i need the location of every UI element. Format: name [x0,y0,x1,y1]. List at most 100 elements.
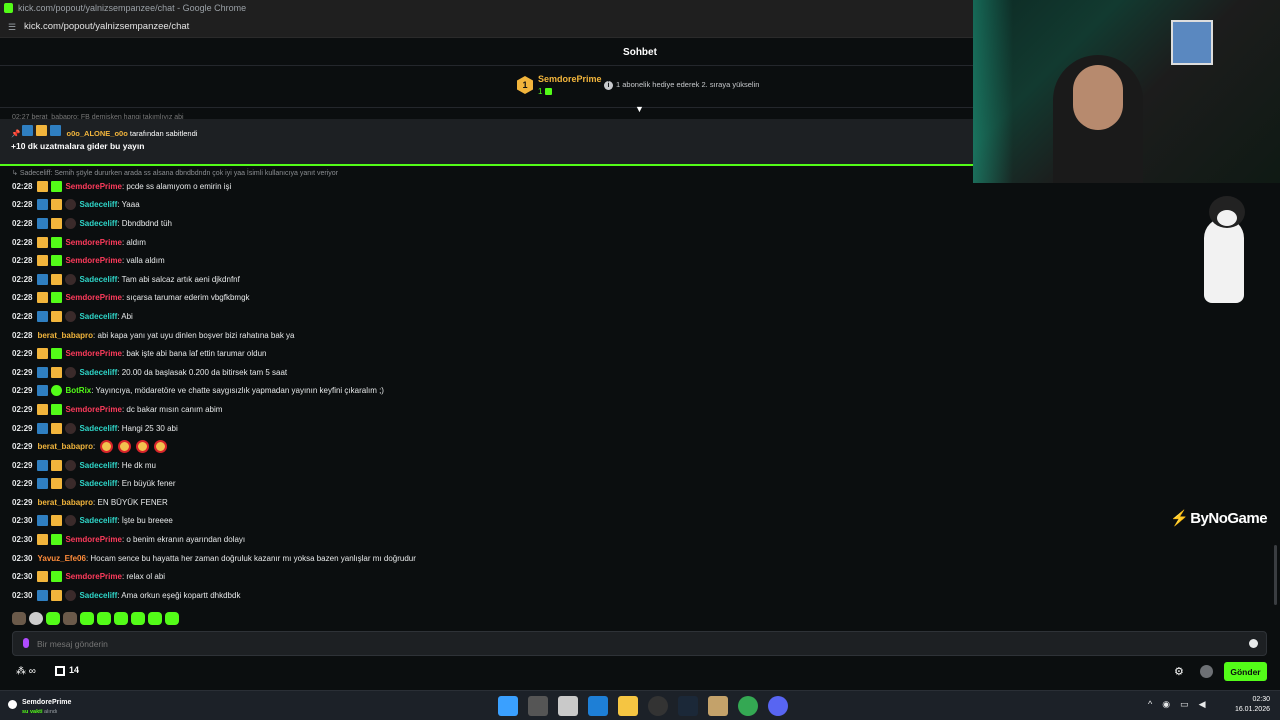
message-text: : Yayıncıya, mödaretöre ve chatte saygıs… [91,386,384,396]
chat-message[interactable]: 02:29 BotRix: Yayıncıya, mödaretöre ve ch… [12,382,972,401]
chat-message[interactable]: 02:28 berat_babapro: abi kapa yanı yat uy… [12,326,972,345]
chat-message[interactable]: 02:29 SemdorePrime: bak işte abi bana laf… [12,344,972,363]
photos-icon[interactable] [588,696,608,716]
emote-menu-icon[interactable] [1200,665,1213,678]
media-player-icon[interactable] [708,696,728,716]
message-username[interactable]: berat_babapro [37,331,93,340]
taskbar-clock[interactable]: 02:30 16.01.2026 [1224,695,1270,715]
chat-message[interactable]: 02:29 Sadeceliff: Hangi 25 30 abi [12,419,972,438]
message-username[interactable]: Sadeceliff [79,516,117,525]
site-settings-icon[interactable]: ☰ [8,22,18,32]
message-text: : Ama orkun eşeği kopartt dhkdbdk [117,590,241,600]
collapse-icon[interactable]: ▼ [635,104,644,114]
gift-sub-icon[interactable] [55,666,65,676]
message-username[interactable]: SemdorePrime [65,405,121,414]
chat-message[interactable]: 02:29 Sadeceliff: 20.00 da başlasak 0.200… [12,363,972,382]
chat-input[interactable] [37,632,1237,655]
message-username[interactable]: Sadeceliff [79,200,117,209]
volume-icon[interactable]: ◀ [1199,699,1206,710]
message-username[interactable]: berat_babapro [37,442,93,451]
chat-input-box[interactable] [12,631,1267,656]
chat-message[interactable]: 02:30 Sadeceliff: Ama orkun eşeği kopartt… [12,586,972,605]
message-timestamp: 02:29 [12,442,33,452]
ape-badge-icon [65,273,77,285]
chat-message[interactable]: 02:28 SemdorePrime: sıçarsa tarumar ederi… [12,289,972,308]
url-text[interactable]: kick.com/popout/yalnizsempanzee/chat [24,21,189,32]
chat-message[interactable]: 02:29 Sadeceliff: En büyük fener [12,475,972,494]
task-view-icon[interactable] [528,696,548,716]
chrome-icon[interactable] [738,696,758,716]
chat-message[interactable]: 02:28 SemdorePrime: valla aldım [12,251,972,270]
message-username[interactable]: SemdorePrime [65,349,121,358]
quick-emote-bar[interactable] [12,612,179,626]
pinned-by-user[interactable]: o0o_ALONE_o0o [67,129,128,138]
chat-message[interactable]: 02:28 SemdorePrime: pcde ss alamıyom o em… [12,177,972,196]
message-username[interactable]: SemdorePrime [65,535,121,544]
chat-message[interactable]: 02:29 berat_babapro: [12,437,972,456]
chat-message[interactable]: 02:29 berat_babapro: EN BÜYÜK FENER [12,493,972,512]
wall-poster [1171,20,1213,65]
message-username[interactable]: Sadeceliff [79,461,117,470]
taskbar-user-name: SemdorePrime [22,699,72,706]
windows-start-icon[interactable] [498,696,518,716]
emoji-picker-icon[interactable] [1249,639,1258,648]
gear-icon[interactable]: ⚙ [1174,665,1184,678]
emote-icon[interactable] [148,612,162,625]
message-username[interactable]: Sadeceliff [79,312,117,321]
crown-badge-icon [51,515,63,527]
message-username[interactable]: SemdorePrime [65,256,121,265]
message-username[interactable]: Sadeceliff [79,368,117,377]
emote-icon[interactable] [97,612,111,625]
promo-text: 1 abonelik hediye ederek 2. sıraya yükse… [616,80,760,89]
emote-icon[interactable] [131,612,145,625]
emote-icon[interactable] [29,612,43,625]
message-username[interactable]: Sadeceliff [79,591,117,600]
chat-message[interactable]: 02:29 SemdorePrime: dc bakar mısın canım … [12,400,972,419]
obs-icon[interactable] [648,696,668,716]
emote-icon[interactable] [12,612,26,625]
chat-message[interactable]: 02:30 Yavuz_Efe06: Hocam sence bu hayatta… [12,549,972,568]
emote-icon[interactable] [63,612,77,625]
mic-icon[interactable] [23,638,29,648]
chat-message[interactable]: 02:28 Sadeceliff: Abi [12,307,972,326]
discord-icon[interactable] [768,696,788,716]
chat-scrollbar[interactable] [1274,545,1277,605]
message-username[interactable]: berat_babapro [37,498,93,507]
message-username[interactable]: SemdorePrime [65,238,121,247]
top-gifter-name[interactable]: SemdorePrime [538,74,602,84]
crown-badge-icon [37,236,49,248]
chat-message[interactable]: 02:30 Sadeceliff: İşte bu breeee [12,512,972,531]
screenshot-tool-icon[interactable] [558,696,578,716]
message-username[interactable]: SemdorePrime [65,572,121,581]
chat-message-list[interactable]: 02:28 SemdorePrime: pcde ss alamıyom o em… [12,177,972,605]
chat-message[interactable]: 02:28 Sadeceliff: Yaaa [12,196,972,215]
steam-icon[interactable] [678,696,698,716]
pinned-message[interactable]: 📌 o0o_ALONE_o0o tarafından sabitlendi +1… [0,119,973,166]
file-explorer-icon[interactable] [618,696,638,716]
message-username[interactable]: SemdorePrime [65,293,121,302]
chat-message[interactable]: 02:30 SemdorePrime: o benim ekranın ayarı… [12,530,972,549]
message-username[interactable]: Sadeceliff [79,219,117,228]
message-username[interactable]: Sadeceliff [79,424,117,433]
chat-message[interactable]: 02:28 Sadeceliff: Dbndbdnd tüh [12,214,972,233]
bot-badge-icon [51,385,63,397]
emote-icon[interactable] [114,612,128,625]
message-username[interactable]: BotRix [65,386,91,395]
chevron-up-icon[interactable]: ^ [1148,699,1152,710]
send-button[interactable]: Gönder [1224,662,1267,681]
chat-message[interactable]: 02:30 SemdorePrime: relax ol abi [12,567,972,586]
emote-icon[interactable] [80,612,94,625]
chat-message[interactable]: 02:28 Sadeceliff: Tam abi salcaz artık ae… [12,270,972,289]
message-username[interactable]: Sadeceliff [79,479,117,488]
emote-icon[interactable] [165,612,179,625]
chat-message[interactable]: 02:28 SemdorePrime: aldım [12,233,972,252]
message-username[interactable]: SemdorePrime [65,182,121,191]
chat-message[interactable]: 02:29 Sadeceliff: He dk mu [12,456,972,475]
channel-points[interactable]: ⁂ ∞ [16,666,36,677]
network-icon[interactable]: ▭ [1180,699,1189,710]
emote-icon[interactable] [46,612,60,625]
message-text: : pcde ss alamıyom o emirin işi [121,181,232,191]
message-username[interactable]: Yavuz_Efe06 [37,554,85,563]
message-username[interactable]: Sadeceliff [79,275,117,284]
microphone-icon[interactable]: ◉ [1162,699,1170,710]
